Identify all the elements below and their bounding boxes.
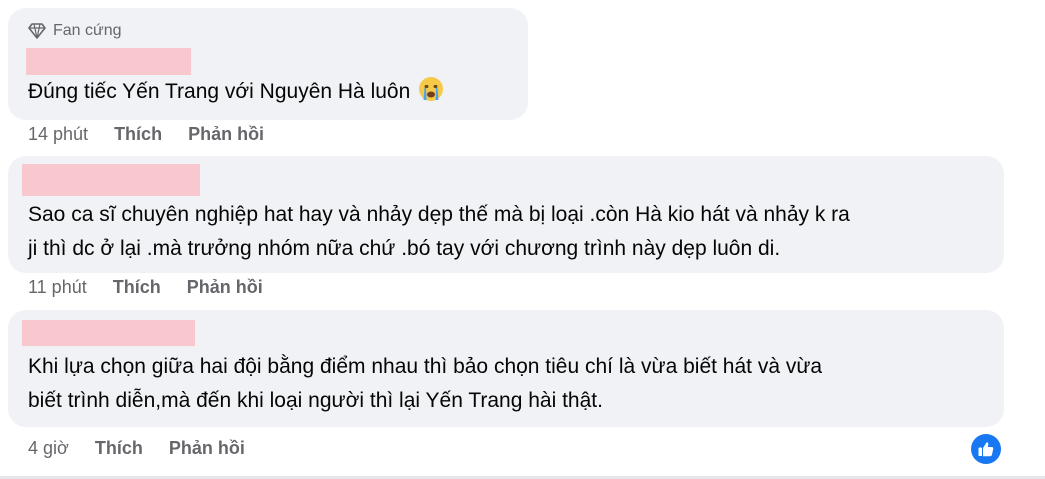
badge-label: Fan cứng: [53, 22, 122, 39]
comment-thread: Fan cứng Đúng tiếc Yến Trang với Nguyên …: [0, 0, 1045, 479]
comment-text: Đúng tiếc Yến Trang với Nguyên Hà luôn: [28, 75, 444, 113]
reply-button[interactable]: Phản hồi: [169, 438, 245, 459]
reply-button[interactable]: Phản hồi: [188, 124, 264, 145]
comment-meta-2: 11 phút Thích Phản hồi: [28, 277, 263, 298]
comment-time[interactable]: 11 phút: [28, 277, 87, 298]
crying-face-emoji-icon: [418, 76, 444, 113]
diamond-icon: [28, 23, 46, 39]
comment-meta-3: 4 giờ Thích Phản hồi: [28, 438, 245, 459]
comment-text: Sao ca sĩ chuyên nghiệp hat hay và nhảy …: [28, 203, 850, 260]
like-button[interactable]: Thích: [113, 277, 161, 298]
comment-text: Khi lựa chọn giữa hai đội bằng điểm nhau…: [28, 355, 823, 412]
author-name-redacted[interactable]: [26, 48, 191, 75]
reply-button[interactable]: Phản hồi: [187, 277, 263, 298]
comment-meta-1: 14 phút Thích Phản hồi: [28, 124, 264, 145]
like-button[interactable]: Thích: [114, 124, 162, 145]
fan-badge: Fan cứng: [28, 22, 122, 40]
like-button[interactable]: Thích: [95, 438, 143, 459]
thumbs-up-icon: [978, 442, 994, 457]
author-name-redacted[interactable]: [22, 164, 200, 196]
author-name-redacted[interactable]: [22, 320, 195, 346]
comment-time[interactable]: 4 giờ: [28, 438, 69, 459]
like-reaction-icon[interactable]: [971, 434, 1001, 464]
comment-time[interactable]: 14 phút: [28, 124, 88, 145]
